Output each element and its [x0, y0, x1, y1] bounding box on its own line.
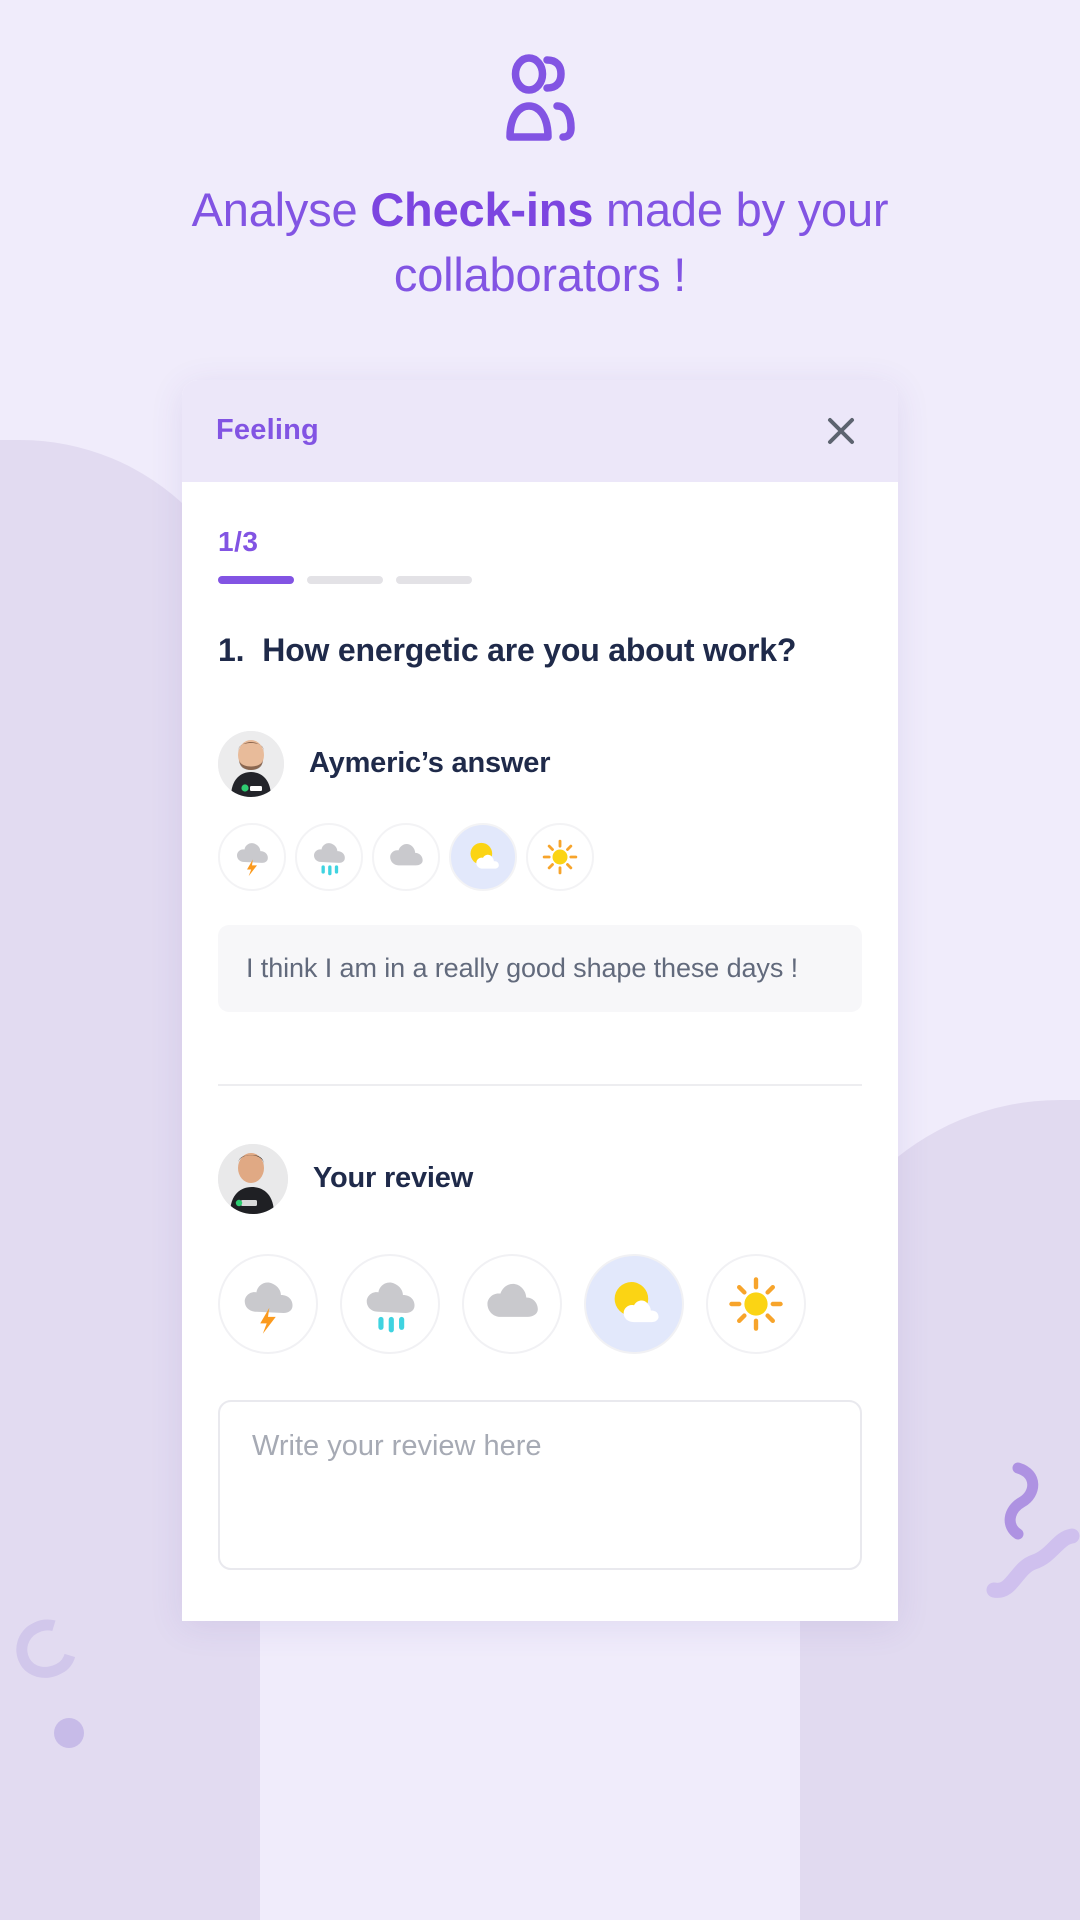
- weather-option-sun-cloud[interactable]: [449, 822, 517, 891]
- sun-icon: [542, 839, 578, 874]
- users-icon: [506, 54, 575, 141]
- question-number: 1.: [218, 631, 245, 668]
- weather-option-rain[interactable]: [295, 822, 363, 891]
- sun-cloud-icon: [470, 842, 499, 869]
- progress-segment-1: [218, 575, 294, 584]
- checkin-modal: Feeling 1/3 1. How energetic are you abo…: [182, 379, 898, 1621]
- avatar: [218, 730, 284, 797]
- modal-header: Feeling: [182, 379, 898, 482]
- answer-text-box: I think I am in a really good shape thes…: [218, 924, 862, 1012]
- review-author-row: Your review: [218, 1143, 862, 1214]
- question-text: 1. How energetic are you about work?: [218, 632, 862, 669]
- rain-icon: [366, 1282, 415, 1333]
- question-body: How energetic are you about work?: [262, 631, 797, 668]
- answer-weather-options: [218, 822, 862, 891]
- weather-option-rain[interactable]: [340, 1253, 440, 1354]
- modal-body: 1/3 1. How energetic are you about work?: [182, 482, 898, 1621]
- close-icon: [828, 417, 854, 444]
- progress-segment-3: [396, 575, 472, 584]
- sun-cloud-icon: [614, 1281, 659, 1322]
- progress-segment-2: [307, 575, 383, 584]
- storm-icon: [237, 842, 268, 876]
- review-input[interactable]: [218, 1399, 862, 1570]
- step-counter: 1/3: [218, 525, 259, 557]
- storm-icon: [244, 1282, 293, 1334]
- modal-footer-spacer: [218, 1575, 862, 1621]
- sun-icon: [729, 1276, 783, 1331]
- rain-icon: [314, 842, 345, 876]
- weather-option-storm[interactable]: [218, 1253, 318, 1354]
- page-title: Analyse Check-ins made by your collabora…: [150, 178, 930, 308]
- cloud-icon: [487, 1283, 538, 1317]
- close-button[interactable]: [818, 408, 864, 454]
- headline-highlight: Check-ins: [370, 183, 594, 236]
- weather-option-sun-cloud[interactable]: [584, 1253, 684, 1354]
- weather-option-storm[interactable]: [218, 822, 286, 891]
- weather-option-sun[interactable]: [526, 822, 594, 891]
- progress-bar: [218, 575, 862, 584]
- cloud-icon: [390, 843, 423, 866]
- headline-part-1: Analyse: [191, 183, 371, 236]
- review-heading: Your review: [313, 1162, 474, 1195]
- weather-option-cloud[interactable]: [372, 822, 440, 891]
- modal-title: Feeling: [216, 414, 319, 447]
- decorative-dot-shape: [54, 1718, 84, 1748]
- avatar: [218, 1143, 288, 1214]
- answer-author-name: Aymeric’s answer: [309, 747, 551, 780]
- weather-option-cloud[interactable]: [462, 1253, 562, 1354]
- decorative-squiggle-shape: [986, 1462, 1080, 1598]
- page-header: Analyse Check-ins made by your collabora…: [0, 0, 1080, 308]
- section-divider: [218, 1083, 862, 1086]
- weather-option-sun[interactable]: [706, 1253, 806, 1354]
- answer-author-row: Aymeric’s answer: [218, 730, 862, 797]
- review-weather-options: [218, 1253, 862, 1354]
